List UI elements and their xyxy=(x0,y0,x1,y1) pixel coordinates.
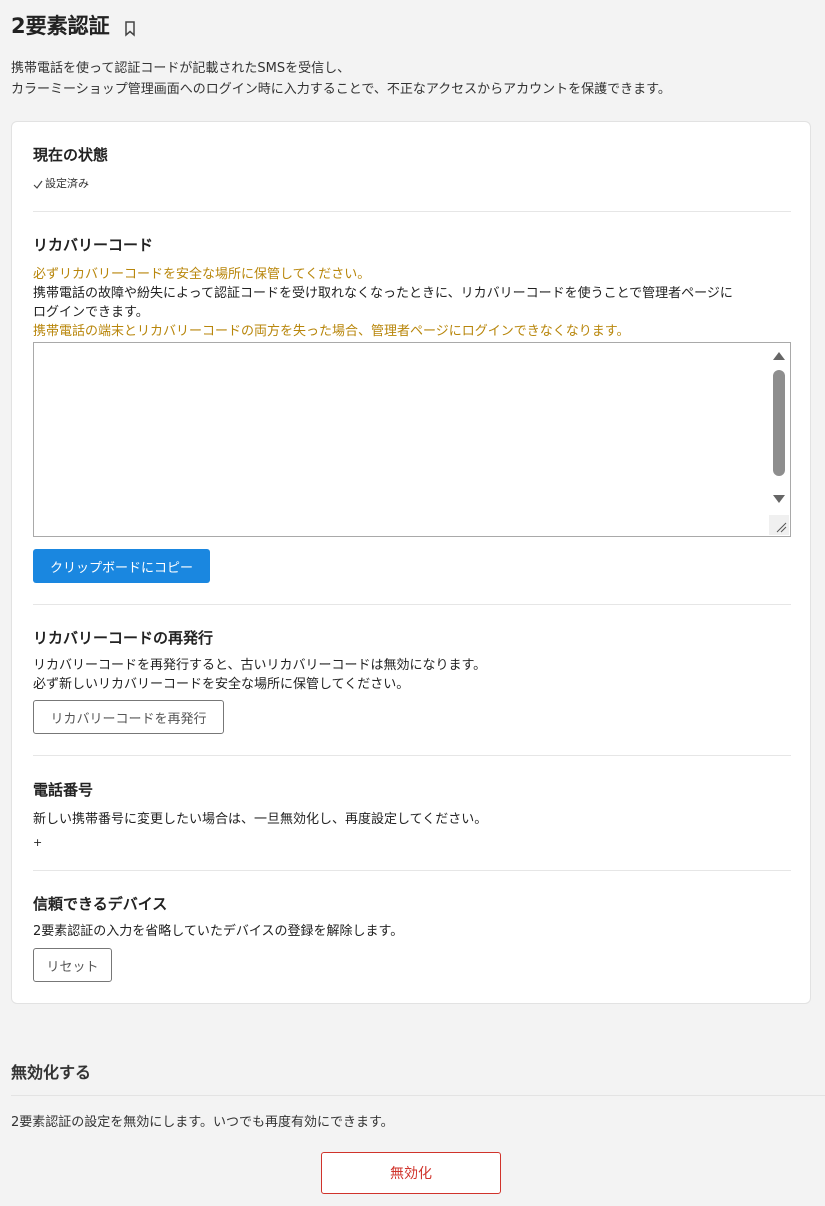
scroll-thumb[interactable] xyxy=(773,370,785,476)
reset-devices-button[interactable]: リセット xyxy=(33,948,112,982)
page-title-text: 2要素認証 xyxy=(11,14,110,38)
phone-heading: 電話番号 xyxy=(33,781,94,799)
disable-heading: 無効化する xyxy=(11,1063,92,1082)
status-section: 現在の状態 設定済み xyxy=(33,144,791,191)
devices-section: 信頼できるデバイス 2要素認証の入力を省略していたデバイスの登録を解除します。 xyxy=(33,893,791,941)
divider xyxy=(33,870,791,871)
recovery-heading: リカバリーコード xyxy=(33,236,154,254)
divider xyxy=(33,604,791,605)
page-title: 2要素認証 xyxy=(11,10,136,40)
recovery-warning-2: 携帯電話の端末とリカバリーコードの両方を失った場合、管理者ページにログインできな… xyxy=(33,324,630,339)
divider xyxy=(33,755,791,756)
recovery-desc-line-1: 携帯電話の故障や紛失によって認証コードを受け取れなくなったときに、リカバリーコー… xyxy=(33,286,733,301)
intro-line-2: カラーミーショップ管理画面へのログイン時に入力することで、不正なアクセスからアカ… xyxy=(11,82,671,97)
reissue-heading: リカバリーコードの再発行 xyxy=(33,629,214,647)
reissue-desc-line-1: リカバリーコードを再発行すると、古いリカバリーコードは無効になります。 xyxy=(33,658,487,673)
bookmark-icon[interactable] xyxy=(124,18,136,37)
intro-text: 携帯電話を使って認証コードが記載されたSMSを受信し、 カラーミーショップ管理画… xyxy=(11,58,671,100)
scroll-up-arrow-icon[interactable] xyxy=(773,352,785,360)
resize-handle-icon[interactable] xyxy=(769,515,789,535)
devices-desc: 2要素認証の入力を省略していたデバイスの登録を解除します。 xyxy=(33,924,404,939)
check-icon xyxy=(33,179,43,189)
copy-to-clipboard-button[interactable]: クリップボードにコピー xyxy=(33,549,210,583)
reissue-recovery-code-button[interactable]: リカバリーコードを再発行 xyxy=(33,700,224,734)
intro-line-1: 携帯電話を使って認証コードが記載されたSMSを受信し、 xyxy=(11,61,351,76)
settings-card: 現在の状態 設定済み リカバリーコード 必ずリカバリーコードを安全な場所に保管し… xyxy=(11,121,811,1004)
phone-section: 電話番号 新しい携帯番号に変更したい場合は、一旦無効化し、再度設定してください。… xyxy=(33,779,791,852)
phone-number: + xyxy=(33,836,43,849)
scroll-down-arrow-icon[interactable] xyxy=(773,495,785,503)
disable-button[interactable]: 無効化 xyxy=(321,1152,501,1194)
disable-desc: 2要素認証の設定を無効にします。いつでも再度有効にできます。 xyxy=(11,1115,394,1130)
textarea-scrollbar[interactable] xyxy=(768,343,790,514)
divider xyxy=(11,1095,825,1096)
two-factor-auth-page: 2要素認証 携帯電話を使って認証コードが記載されたSMSを受信し、 カラーミーシ… xyxy=(0,0,825,1206)
status-value-text: 設定済み xyxy=(45,177,89,190)
devices-heading: 信頼できるデバイス xyxy=(33,895,168,913)
phone-desc: 新しい携帯番号に変更したい場合は、一旦無効化し、再度設定してください。 xyxy=(33,812,488,827)
status-value: 設定済み xyxy=(33,175,791,191)
recovery-codes-textarea[interactable] xyxy=(33,342,791,537)
reissue-section: リカバリーコードの再発行 リカバリーコードを再発行すると、古いリカバリーコードは… xyxy=(33,627,791,694)
divider xyxy=(33,211,791,212)
recovery-section: リカバリーコード 必ずリカバリーコードを安全な場所に保管してください。 携帯電話… xyxy=(33,234,791,341)
recovery-warning-1: 必ずリカバリーコードを安全な場所に保管してください。 xyxy=(33,267,371,282)
reissue-desc-line-2: 必ず新しいリカバリーコードを安全な場所に保管してください。 xyxy=(33,677,410,692)
recovery-desc-line-2: ログインできます。 xyxy=(33,305,149,320)
status-heading: 現在の状態 xyxy=(33,146,109,164)
